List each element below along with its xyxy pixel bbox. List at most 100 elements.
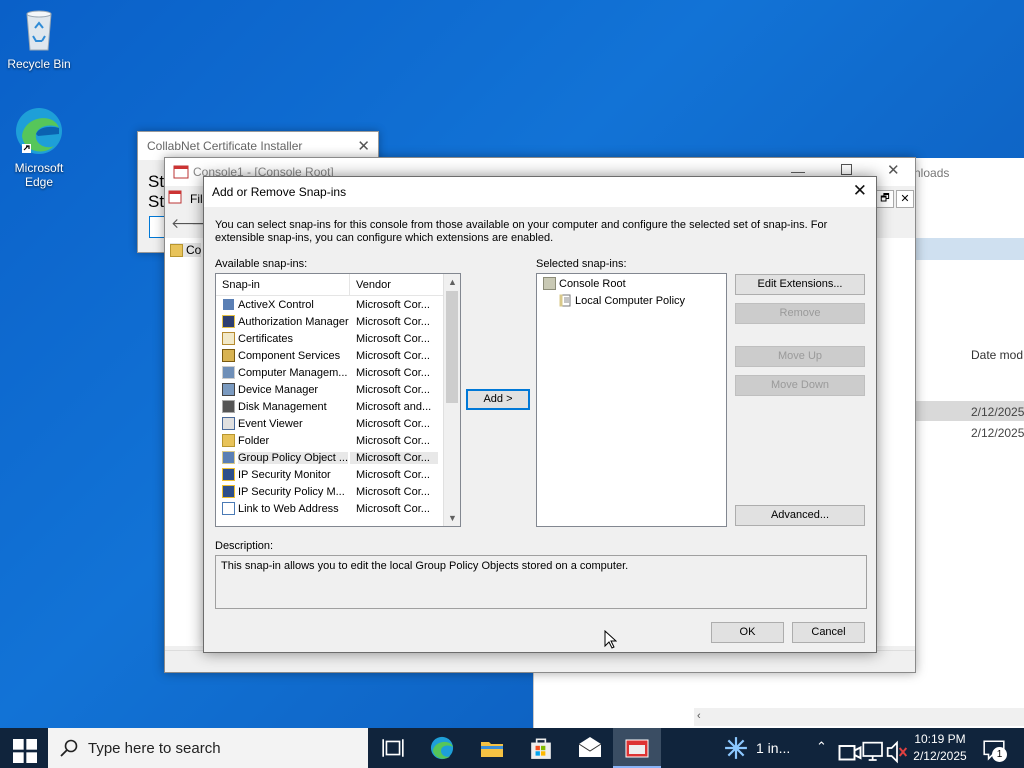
snapin-vendor: Microsoft Cor...: [356, 315, 430, 328]
column-vendor[interactable]: Vendor: [350, 274, 438, 295]
snapin-name-cell: Component Services: [216, 349, 350, 362]
clock-date[interactable]: 2/12/2025: [910, 749, 970, 763]
policy-icon: [559, 294, 571, 307]
snapin-name-cell: Link to Web Address: [216, 502, 350, 515]
snapin-row[interactable]: Device Manager Microsoft Cor...: [216, 381, 460, 398]
snapin-name-cell: Authorization Manager: [216, 315, 350, 328]
snapin-row[interactable]: Computer Managem... Microsoft Cor...: [216, 364, 460, 381]
move-up-button[interactable]: Move Up: [735, 346, 865, 367]
snapin-row[interactable]: IP Security Policy M... Microsoft Cor...: [216, 483, 460, 500]
camera-icon[interactable]: [838, 740, 862, 764]
mmc-doc-icon: [168, 190, 182, 204]
snapin-row[interactable]: Group Policy Object ... Microsoft Cor...: [216, 449, 460, 466]
close-icon[interactable]: ✕: [357, 137, 370, 155]
snapin-rows: ActiveX Control Microsoft Cor... Authoriza…: [216, 296, 460, 517]
advanced-button[interactable]: Advanced...: [735, 505, 865, 526]
tree-node-local-computer-policy[interactable]: Local Computer Policy: [559, 294, 685, 307]
edge-taskbar-icon[interactable]: [430, 736, 454, 760]
search-icon: [60, 739, 78, 757]
horizontal-scrollbar[interactable]: ‹: [694, 708, 1024, 726]
snapin-row[interactable]: Certificates Microsoft Cor...: [216, 330, 460, 347]
console-tree-pane: [165, 238, 205, 646]
snapin-row[interactable]: Link to Web Address Microsoft Cor...: [216, 500, 460, 517]
clock-time[interactable]: 10:19 PM: [914, 732, 966, 746]
taskbar-search-box[interactable]: Type here to search: [48, 728, 368, 768]
snapin-row[interactable]: IP Security Monitor Microsoft Cor...: [216, 466, 460, 483]
maximize-icon[interactable]: [841, 164, 852, 175]
vertical-scrollbar[interactable]: ▲ ▼: [443, 274, 460, 526]
weather-icon[interactable]: [724, 736, 748, 760]
mail-icon[interactable]: [578, 736, 602, 760]
snapin-row[interactable]: ActiveX Control Microsoft Cor...: [216, 296, 460, 313]
selected-snapins-tree[interactable]: Console Root Local Computer Policy: [536, 273, 727, 527]
web-link-icon: [222, 502, 235, 515]
scrollbar-thumb[interactable]: [446, 291, 458, 403]
snapin-row[interactable]: Folder Microsoft Cor...: [216, 432, 460, 449]
mmc-taskbar-button[interactable]: [613, 728, 661, 768]
snapin-name-cell: Event Viewer: [216, 417, 350, 430]
remove-button[interactable]: Remove: [735, 303, 865, 324]
tree-node-console-root[interactable]: Console Root: [543, 277, 626, 290]
notification-badge: 1: [992, 747, 1007, 762]
snapin-vendor: Microsoft Cor...: [350, 451, 438, 464]
close-icon[interactable]: ✕: [896, 190, 914, 208]
certificate-icon: [222, 332, 235, 345]
collabnet-text-1: St: [148, 172, 165, 191]
move-down-button[interactable]: Move Down: [735, 375, 865, 396]
file-date-2: 2/12/2025: [971, 426, 1024, 440]
scroll-up-icon[interactable]: ▲: [448, 277, 457, 287]
column-snapin[interactable]: Snap-in: [216, 274, 350, 295]
task-view-icon[interactable]: [381, 736, 405, 760]
snapin-name: Authorization Manager: [238, 315, 349, 328]
store-icon[interactable]: [529, 736, 553, 760]
snapin-name-cell: IP Security Policy M...: [216, 485, 350, 498]
snapin-row[interactable]: Disk Management Microsoft and...: [216, 398, 460, 415]
scroll-left-icon[interactable]: ‹: [697, 710, 701, 722]
close-icon[interactable]: ✕: [887, 161, 900, 179]
activex-icon: [222, 298, 235, 311]
snapin-vendor: Microsoft Cor...: [356, 468, 430, 481]
event-viewer-icon: [222, 417, 235, 430]
tree-node-label: Local Computer Policy: [575, 294, 686, 307]
description-text: This snap-in allows you to edit the loca…: [221, 560, 629, 572]
device-manager-icon: [222, 383, 235, 396]
tree-node-label: Console Root: [559, 277, 626, 290]
ip-security-icon: [222, 468, 235, 481]
network-icon[interactable]: [862, 740, 886, 764]
snapin-name-cell: Computer Managem...: [216, 366, 350, 379]
snapin-row[interactable]: Event Viewer Microsoft Cor...: [216, 415, 460, 432]
edit-extensions-button[interactable]: Edit Extensions...: [735, 274, 865, 295]
snapin-name: Device Manager: [238, 383, 319, 396]
add-button[interactable]: Add >: [466, 389, 530, 410]
description-label: Description:: [215, 540, 274, 552]
desktop-icon-recycle-bin[interactable]: Recycle Bin: [4, 6, 74, 71]
list-header: Snap-in Vendor: [216, 274, 460, 296]
restore-icon[interactable]: 🗗: [876, 190, 894, 208]
menu-file[interactable]: Fil: [190, 192, 203, 206]
chevron-up-icon[interactable]: ⌃: [816, 739, 827, 755]
ok-button[interactable]: OK: [711, 622, 784, 643]
group-policy-icon: [222, 451, 235, 464]
recycle-bin-label: Recycle Bin: [7, 57, 71, 71]
folder-icon: [222, 434, 235, 447]
column-date-modified[interactable]: Date mod: [971, 348, 1023, 362]
cancel-button[interactable]: Cancel: [792, 622, 865, 643]
windows-start-icon[interactable]: [13, 739, 37, 763]
available-snapins-list[interactable]: Snap-in Vendor ActiveX Control Microsoft …: [215, 273, 461, 527]
console-tree-root[interactable]: Co: [170, 243, 202, 257]
mmc-icon: [173, 165, 189, 179]
snapin-row[interactable]: Authorization Manager Microsoft Cor...: [216, 313, 460, 330]
file-explorer-icon[interactable]: [480, 736, 504, 760]
folder-icon: [170, 243, 183, 257]
weather-text[interactable]: 1 in...: [756, 740, 790, 756]
snapin-name: Folder: [238, 434, 270, 447]
volume-muted-icon[interactable]: [885, 740, 909, 764]
snapin-vendor: Microsoft Cor...: [356, 298, 430, 311]
snapin-row[interactable]: Component Services Microsoft Cor...: [216, 347, 460, 364]
snapin-vendor: Microsoft Cor...: [356, 349, 430, 362]
search-placeholder: Type here to search: [88, 739, 221, 757]
desktop-icon-edge[interactable]: Microsoft Edge: [4, 106, 74, 189]
close-icon[interactable]: ✕: [853, 181, 867, 201]
scroll-down-icon[interactable]: ▼: [448, 513, 457, 523]
console-status-bar: [165, 650, 915, 672]
